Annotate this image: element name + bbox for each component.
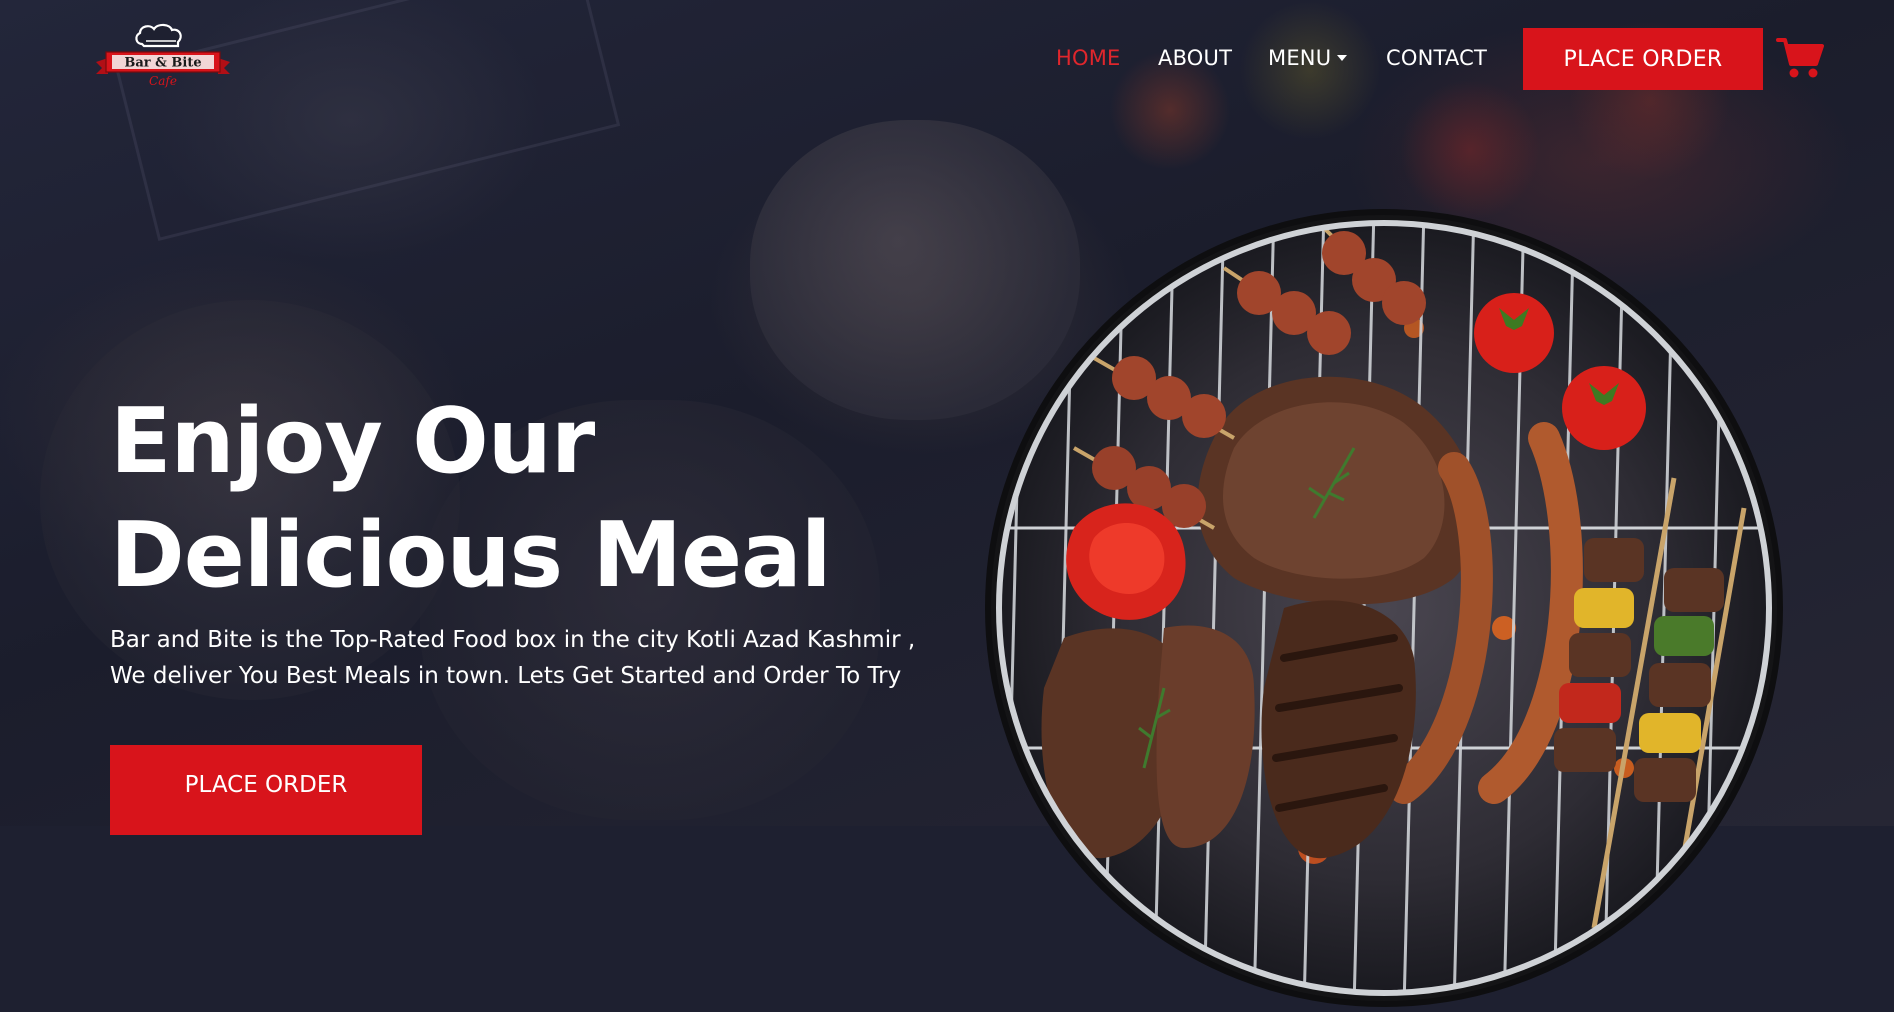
hero-title-line-1: Enjoy Our: [110, 389, 595, 494]
nav-menu-dropdown[interactable]: MENU: [1268, 46, 1348, 70]
header-place-order-button[interactable]: PLACE ORDER: [1523, 28, 1763, 90]
nav-menu-label: MENU: [1268, 46, 1332, 70]
caret-down-icon: [1337, 55, 1348, 61]
brand-logo[interactable]: Bar & Bite Cafe: [94, 22, 232, 90]
logo-text: Bar & Bite: [124, 56, 201, 71]
hero-title: Enjoy Our Delicious Meal: [110, 385, 930, 613]
bbq-grill-image: [984, 208, 1784, 1008]
nav-about-link[interactable]: ABOUT: [1158, 46, 1232, 70]
logo-subtext: Cafe: [149, 74, 177, 88]
shopping-cart-icon[interactable]: [1776, 36, 1824, 80]
nav-home-link[interactable]: HOME: [1056, 46, 1121, 70]
nav-contact-link[interactable]: CONTACT: [1386, 46, 1487, 70]
hero-title-line-2: Delicious Meal: [110, 503, 832, 608]
hero-place-order-button[interactable]: PLACE ORDER: [110, 745, 422, 835]
hero-description: Bar and Bite is the Top-Rated Food box i…: [110, 627, 916, 689]
